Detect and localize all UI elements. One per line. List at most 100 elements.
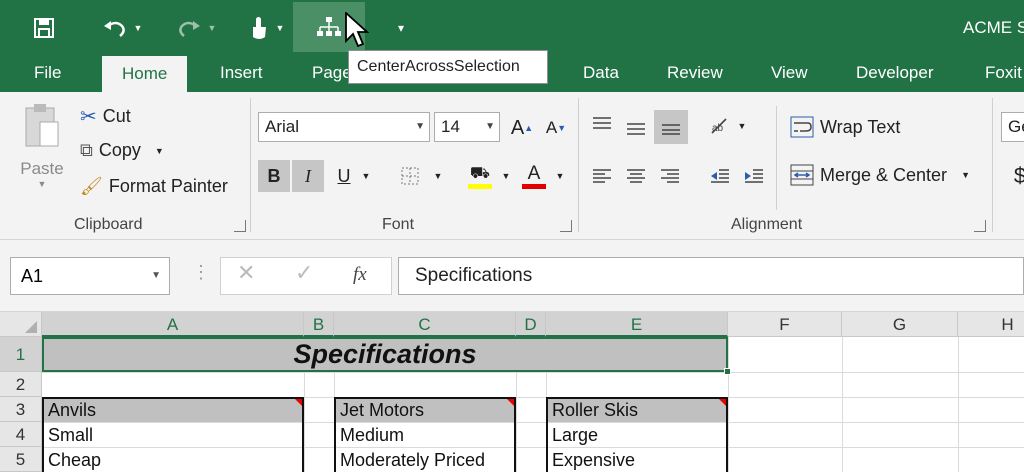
wrap-text-button[interactable]: Wrap Text [790, 116, 900, 138]
underline-dropdown-icon[interactable]: ▼ [356, 160, 376, 192]
paste-button[interactable]: Paste ▼ [18, 102, 66, 206]
cell-e4[interactable]: Large [548, 423, 726, 447]
row-header-1[interactable]: 1 [0, 337, 42, 372]
svg-text:ab: ab [712, 123, 724, 134]
copy-dropdown-icon[interactable]: ▼ [155, 146, 164, 156]
cell-a1[interactable]: Specifications [44, 339, 726, 370]
cut-button[interactable]: ✂ Cut [80, 104, 131, 129]
worksheet-grid: A B C D E F G H 1 2 3 4 5 Specifications… [0, 312, 1024, 472]
font-name-dropdown-icon[interactable]: ▼ [415, 113, 425, 141]
select-all-corner[interactable] [0, 312, 42, 337]
row-header-3[interactable]: 3 [0, 397, 42, 422]
paste-icon [25, 104, 59, 147]
tooltip: CenterAcrossSelection [348, 50, 548, 84]
insert-function-icon[interactable]: fx [353, 264, 367, 286]
align-middle-icon[interactable] [620, 112, 652, 144]
align-left-icon[interactable] [586, 160, 618, 192]
paste-dropdown-icon[interactable]: ▼ [18, 179, 66, 189]
cell-a4[interactable]: Small [44, 423, 302, 447]
font-size-combo[interactable]: 14 ▼ [434, 112, 500, 142]
cell-e3[interactable]: Roller Skis [548, 399, 726, 422]
cell-a3[interactable]: Anvils [44, 399, 302, 422]
increase-font-size-icon[interactable]: A ▲ [506, 112, 538, 144]
alignment-group-label: Alignment [731, 216, 803, 233]
merge-center-button[interactable]: Merge & Center ▼ [790, 164, 970, 186]
align-center-icon[interactable] [620, 160, 652, 192]
touch-dropdown-icon[interactable]: ▼ [276, 23, 285, 33]
cell-a5[interactable]: Cheap [44, 448, 302, 472]
borders-icon[interactable] [394, 160, 426, 192]
formula-bar-grip-icon[interactable]: ⋮ [192, 262, 210, 283]
row-header-4[interactable]: 4 [0, 422, 42, 447]
wrap-text-label: Wrap Text [820, 116, 901, 137]
quick-access-toolbar: ▼ ▼ ▼ ▾ ACME S [0, 0, 1024, 54]
enter-icon[interactable]: ✓ [295, 260, 313, 286]
column-header-c[interactable]: C [334, 312, 516, 337]
redo-dropdown-icon[interactable]: ▼ [208, 23, 217, 33]
tab-view[interactable]: View [771, 54, 808, 92]
cell-c5[interactable]: Moderately Priced [336, 448, 514, 472]
align-top-icon[interactable] [586, 108, 618, 140]
tab-review[interactable]: Review [667, 54, 723, 92]
customize-qat-icon[interactable]: ▾ [392, 8, 410, 48]
currency-icon[interactable]: $ [1004, 160, 1024, 192]
row-header-2[interactable]: 2 [0, 372, 42, 397]
formula-input[interactable]: Specifications [398, 257, 1024, 295]
copy-button[interactable]: ⧉ Copy ▼ [80, 140, 164, 161]
number-format-combo[interactable]: Ge [1001, 112, 1024, 142]
number-format-value: Ge [1008, 117, 1024, 136]
font-size-dropdown-icon[interactable]: ▼ [485, 113, 495, 141]
name-box-dropdown-icon[interactable]: ▼ [151, 258, 161, 294]
fill-color-icon[interactable]: ⛟ [464, 160, 496, 192]
touch-mode-button[interactable]: ▼ [240, 8, 292, 48]
font-color-icon[interactable]: A [518, 160, 550, 192]
italic-button[interactable]: I [292, 160, 324, 192]
font-dialog-launcher-icon[interactable] [560, 220, 572, 232]
increase-indent-icon[interactable] [738, 160, 770, 192]
tab-page-layout[interactable]: Page [312, 54, 352, 92]
undo-button[interactable]: ▼ [96, 8, 148, 48]
font-name-combo[interactable]: Arial ▼ [258, 112, 430, 142]
copy-icon: ⧉ [80, 140, 93, 160]
decrease-font-size-icon[interactable]: A ▼ [540, 112, 572, 144]
orientation-dropdown-icon[interactable]: ▼ [732, 110, 752, 142]
cell-c3[interactable]: Jet Motors [336, 399, 514, 422]
merge-center-dropdown-icon[interactable]: ▼ [961, 170, 970, 180]
row-header-5[interactable]: 5 [0, 447, 42, 472]
undo-dropdown-icon[interactable]: ▼ [134, 23, 143, 33]
save-icon[interactable] [28, 8, 60, 48]
fill-color-dropdown-icon[interactable]: ▼ [496, 160, 516, 192]
decrease-indent-icon[interactable] [704, 160, 736, 192]
selected-range-a1-e1[interactable]: Specifications [42, 337, 731, 375]
column-header-a[interactable]: A [42, 312, 304, 337]
tab-home[interactable]: Home [102, 56, 188, 92]
column-header-f[interactable]: F [728, 312, 842, 337]
mouse-cursor-icon [345, 12, 370, 48]
tab-foxit[interactable]: Foxit [985, 54, 1022, 92]
cancel-icon[interactable]: ✕ [237, 260, 255, 286]
tab-data[interactable]: Data [583, 54, 619, 92]
alignment-dialog-launcher-icon[interactable] [974, 220, 986, 232]
redo-button[interactable]: ▼ [170, 8, 222, 48]
tab-developer[interactable]: Developer [856, 54, 934, 92]
align-right-icon[interactable] [654, 160, 686, 192]
fill-handle[interactable] [724, 368, 731, 375]
column-header-d[interactable]: D [516, 312, 546, 337]
column-header-b[interactable]: B [304, 312, 334, 337]
align-bottom-icon[interactable] [654, 110, 688, 144]
bold-button[interactable]: B [258, 160, 290, 192]
name-box[interactable]: A1 ▼ [10, 257, 170, 295]
format-painter-button[interactable]: 🖌 Format Painter [80, 176, 228, 197]
wrap-text-icon [790, 116, 814, 138]
tab-file[interactable]: File [34, 54, 61, 92]
cell-e5[interactable]: Expensive [548, 448, 726, 472]
tab-insert[interactable]: Insert [220, 54, 263, 92]
column-header-e[interactable]: E [546, 312, 728, 337]
cell-c4[interactable]: Medium [336, 423, 514, 447]
font-color-dropdown-icon[interactable]: ▼ [550, 160, 570, 192]
font-group-label: Font [382, 216, 415, 233]
clipboard-dialog-launcher-icon[interactable] [234, 220, 246, 232]
column-header-g[interactable]: G [842, 312, 958, 337]
column-header-h[interactable]: H [958, 312, 1024, 337]
borders-dropdown-icon[interactable]: ▼ [428, 160, 448, 192]
